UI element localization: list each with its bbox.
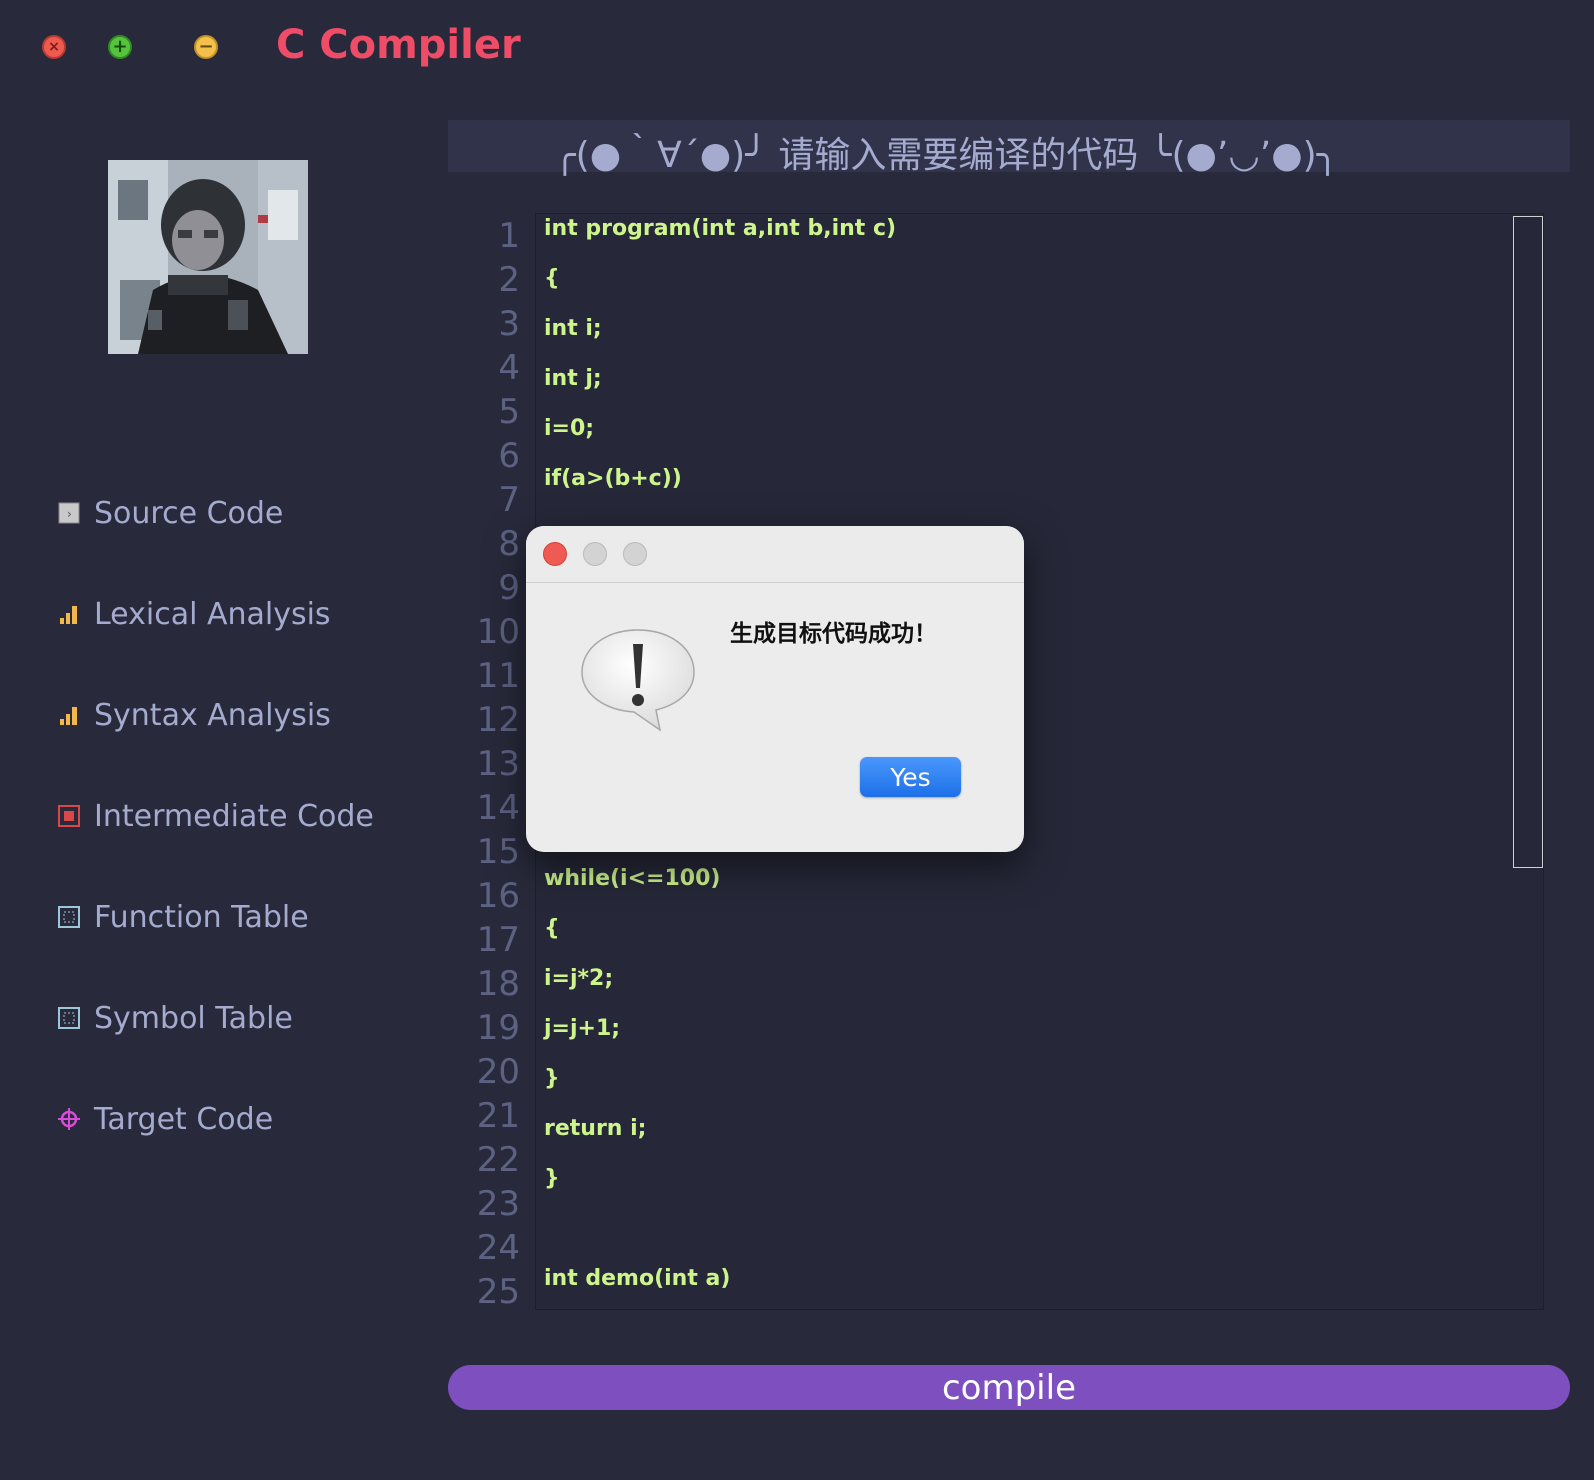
window-maximize-button[interactable]: + [108, 35, 132, 59]
bar-chart-icon [58, 603, 80, 625]
svg-text:›: › [67, 507, 72, 521]
code-line: int demo(int a) [544, 1266, 731, 1291]
sidebar-item-function-table[interactable]: Function Table [58, 897, 309, 937]
sidebar-item-intermediate-code[interactable]: Intermediate Code [58, 796, 374, 836]
plus-icon: + [112, 36, 128, 57]
app-title: C Compiler [276, 22, 521, 68]
line-number: 15 [476, 832, 520, 872]
table-icon [58, 1007, 80, 1029]
sidebar-item-label: Target Code [94, 1101, 274, 1137]
code-line: { [544, 916, 560, 941]
window-minimize-button[interactable]: − [194, 35, 218, 59]
dialog-close-button[interactable] [543, 542, 567, 566]
dialog-titlebar [526, 526, 1024, 583]
source-file-icon: › [58, 502, 80, 524]
line-number: 6 [498, 436, 520, 476]
code-line: i=j*2; [544, 966, 614, 991]
sidebar-item-source-code[interactable]: › Source Code [58, 493, 283, 533]
line-number: 21 [476, 1096, 520, 1136]
line-number: 1 [498, 216, 520, 256]
yes-button[interactable]: Yes [860, 757, 961, 797]
line-number: 22 [476, 1140, 520, 1180]
line-number: 20 [476, 1052, 520, 1092]
line-number: 7 [498, 480, 520, 520]
code-line: } [544, 1066, 560, 1091]
line-number: 19 [476, 1008, 520, 1048]
sidebar-item-syntax-analysis[interactable]: Syntax Analysis [58, 695, 331, 735]
code-line: { [544, 266, 560, 291]
dialog-message: 生成目标代码成功！ [730, 621, 937, 647]
box-icon [58, 805, 80, 827]
line-number: 13 [476, 744, 520, 784]
sidebar-item-target-code[interactable]: Target Code [58, 1099, 273, 1139]
line-number: 23 [476, 1184, 520, 1224]
avatar [108, 160, 308, 354]
line-number: 5 [498, 392, 520, 432]
code-line: int i; [544, 316, 602, 341]
sidebar-item-lexical-analysis[interactable]: Lexical Analysis [58, 594, 331, 634]
code-line: } [544, 1166, 560, 1191]
banner-text: ╭(●｀∀´●)╯ 请输入需要编译的代码 ╰(●’◡’●)╮ [554, 135, 1339, 176]
dialog-maximize-button [623, 542, 647, 566]
line-number: 17 [476, 920, 520, 960]
line-number: 16 [476, 876, 520, 916]
alert-speech-bubble-icon [578, 626, 698, 736]
dialog-minimize-button [583, 542, 607, 566]
minus-icon: − [198, 36, 214, 57]
editor-scrollbar[interactable] [1513, 216, 1543, 868]
sidebar-item-label: Lexical Analysis [94, 596, 331, 632]
sidebar-item-label: Function Table [94, 899, 309, 935]
line-number: 24 [476, 1228, 520, 1268]
bar-chart-icon [58, 704, 80, 726]
code-line: while(i<=100) [544, 866, 721, 891]
line-number-gutter: 1 2 3 4 5 6 7 8 9 10 11 12 13 14 15 16 17 18 19 20 21 22 23 24 2… [460, 216, 520, 1316]
code-line: return i; [544, 1116, 647, 1141]
line-number: 3 [498, 304, 520, 344]
target-icon [58, 1108, 80, 1130]
code-line: if(a>(b+c)) [544, 466, 682, 491]
table-icon [58, 906, 80, 928]
code-line: i=0; [544, 416, 595, 441]
code-line: int program(int a,int b,int c) [544, 216, 897, 241]
input-prompt-banner: ╭(●｀∀´●)╯ 请输入需要编译的代码 ╰(●’◡’●)╮ [448, 120, 1570, 176]
sidebar-item-symbol-table[interactable]: Symbol Table [58, 998, 293, 1038]
line-number: 2 [498, 260, 520, 300]
line-number: 12 [476, 700, 520, 740]
window-close-button[interactable]: × [42, 35, 66, 59]
line-number: 10 [476, 612, 520, 652]
line-number: 18 [476, 964, 520, 1004]
sidebar-item-label: Intermediate Code [94, 798, 374, 834]
line-number: 9 [498, 568, 520, 608]
close-icon: × [48, 39, 60, 55]
sidebar-item-label: Syntax Analysis [94, 697, 331, 733]
line-number: 25 [476, 1272, 520, 1312]
sidebar-item-label: Symbol Table [94, 1000, 293, 1036]
alert-dialog: 生成目标代码成功！ Yes [526, 526, 1024, 852]
line-number: 8 [498, 524, 520, 564]
line-number: 11 [476, 656, 520, 696]
compile-button[interactable]: compile [448, 1365, 1570, 1410]
code-line: j=j+1; [544, 1016, 621, 1041]
line-number: 14 [476, 788, 520, 828]
sidebar-item-label: Source Code [94, 495, 284, 531]
code-line: int j; [544, 366, 602, 391]
line-number: 4 [498, 348, 520, 388]
